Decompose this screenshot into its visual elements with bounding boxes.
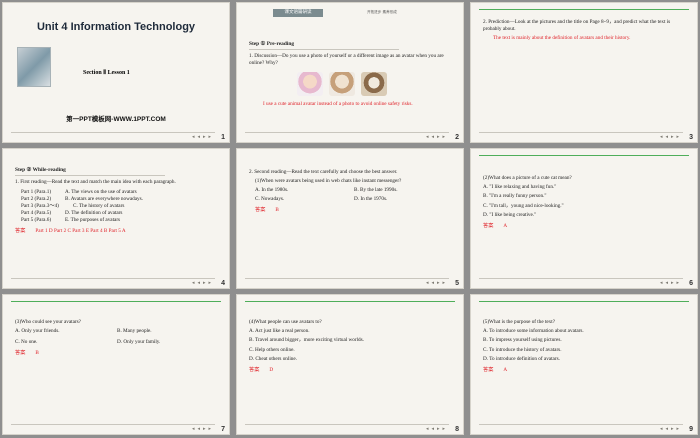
option-c: C. To introduce the history of avatars. [483,346,562,353]
slide-nav: ◂ ◂ ▸ ▸ [425,280,445,286]
question-text: (4)What people can use avatars to? [249,319,322,325]
option-d: D. Only your family. [117,339,161,346]
top-rule [11,301,221,302]
option-a: A. To introduce some information about a… [483,328,584,335]
footer-line [479,424,683,425]
header-subtitle: 开拓进步 素养形成 [367,10,397,14]
avatar-images [297,72,453,97]
brand-watermark: 第一PPT模板网-WWW.1PPT.COM [66,116,166,123]
option-b: B. To impress yourself using pictures. [483,337,562,344]
slide-nav: ◂ ◂ ▸ ▸ [659,134,679,140]
top-rule [479,155,689,156]
footer-line [245,424,449,425]
slide-sorter-grid: Unit 4 Information Technology Section Ⅱ … [2,2,698,436]
question-text: (5)What is the purpose of the text? [483,319,556,325]
footer-line [11,424,215,425]
match-row: Part 3 (Para.3～4) C. The history of avata… [21,202,125,209]
option-c: C. Help others online. [249,346,295,353]
slide-number: 3 [689,134,693,141]
dog-avatar-image [361,72,387,97]
section-tag: 课文语篇研读 [273,9,323,17]
question-text: (1)When were avatars being used in web c… [255,178,402,185]
option-b: B. "I'm a really funny person." [483,193,547,200]
match-row: Part 5 (Para.6) E. The purposes of avatar… [21,216,121,223]
question-text: (2)What does a picture of a cute cat mea… [483,175,572,181]
option-c: C. No one. [15,339,38,346]
answer-text: I use a cute animal avatar instead of a … [263,101,413,108]
slide-number: 1 [221,134,225,141]
slide-nav: ◂ ◂ ▸ ▸ [659,426,679,432]
slide-thumbnail-4[interactable]: Step ② While-reading 1. First reading—Re… [2,148,230,289]
option-a: A. Act just like a real person. [249,328,310,335]
option-b: B. Many people. [117,328,152,335]
slide-nav: ◂ ◂ ▸ ▸ [425,426,445,432]
slide-nav: ◂ ◂ ▸ ▸ [191,280,211,286]
option-a: A. In the 1980s. [255,187,289,194]
top-rule [479,301,689,302]
option-d: D. Cheat others online. [249,355,297,362]
answer-text: 答案 A [483,222,508,229]
footer-line [245,278,449,279]
slide-number: 7 [221,426,225,433]
footer-line [245,132,449,133]
slide-thumbnail-5[interactable]: 2. Second reading—Read the text carefull… [236,148,464,289]
answer-text: 答案 B [15,350,39,357]
option-c: C. "I'm tall，young and nice-looking." [483,202,564,209]
option-c: C. Nowadays. [255,196,285,203]
answer-text: 答案 Part 1 D Part 2 C Part 3 E Part 4 B Pa… [15,227,126,234]
step-heading: Step ① Pre-reading [249,41,399,51]
answer-text: 答案 D [249,366,274,373]
slide-number: 9 [689,426,693,433]
option-a: A. Only your friends. [15,328,60,335]
footer-line [479,132,683,133]
slide-thumbnail-9[interactable]: (5)What is the purpose of the text? A. T… [470,294,698,435]
slide-nav: ◂ ◂ ▸ ▸ [191,426,211,432]
slide-nav: ◂ ◂ ▸ ▸ [191,134,211,140]
footer-line [11,132,215,133]
second-reading-instruction: 2. Second reading—Read the text carefull… [249,169,398,175]
question-text: (3)Who could see your avatars? [15,319,81,325]
slide-thumbnail-7[interactable]: (3)Who could see your avatars? A. Only y… [2,294,230,435]
unit-title: Unit 4 Information Technology [36,21,196,33]
slide-thumbnail-6[interactable]: (2)What does a picture of a cute cat mea… [470,148,698,289]
footer-line [11,278,215,279]
match-row: Part 2 (Para.2) B. Avatars are everywhere… [21,195,143,202]
option-b: B. By the late 1990s. [354,187,398,194]
slide-number: 6 [689,280,693,287]
slide-number: 5 [455,280,459,287]
answer-text: The text is mainly about the definition … [493,35,631,42]
step-heading: Step ② While-reading [15,167,165,177]
top-rule [479,9,689,10]
slide-thumbnail-8[interactable]: (4)What people can use avatars to? A. Ac… [236,294,464,435]
slide-number: 8 [455,426,459,433]
top-rule [245,301,455,302]
slide-nav: ◂ ◂ ▸ ▸ [425,134,445,140]
footer-line [479,278,683,279]
option-a: A. "I like relaxing and having fun." [483,184,557,191]
discussion-question: 1. Discussion—Do you use a photo of your… [249,53,444,67]
option-d: D. To introduce definition of avatars. [483,355,560,362]
option-d: D. In the 1970s. [354,196,388,203]
first-reading-instruction: 1. First reading—Read the text and match… [15,179,176,186]
anime-girl-avatar-image [297,72,323,97]
unit-logo-image [17,47,51,87]
slide-thumbnail-1[interactable]: Unit 4 Information Technology Section Ⅱ … [2,2,230,143]
slide-thumbnail-2[interactable]: 课文语篇研读 开拓进步 素养形成 Step ① Pre-reading 1. D… [236,2,464,143]
option-b: B. Travel around bigger，more exciting vi… [249,337,364,344]
answer-text: 答案 B [255,207,279,214]
match-row: Part 4 (Para.5) D. The definition of avat… [21,209,123,216]
option-d: D. "I like being creative." [483,211,537,218]
section-lesson: Section Ⅱ Lesson 1 [83,70,130,76]
slide-thumbnail-3[interactable]: 2. Prediction—Look at the pictures and t… [470,2,698,143]
answer-text: 答案 A [483,366,508,373]
slide-number: 2 [455,134,459,141]
slide-number: 4 [221,280,225,287]
match-row: Part 1 (Para.1) A. The views on the use o… [21,188,137,195]
slide-nav: ◂ ◂ ▸ ▸ [659,280,679,286]
prediction-question: 2. Prediction—Look at the pictures and t… [483,19,671,33]
anime-boy-avatar-image [329,72,355,97]
